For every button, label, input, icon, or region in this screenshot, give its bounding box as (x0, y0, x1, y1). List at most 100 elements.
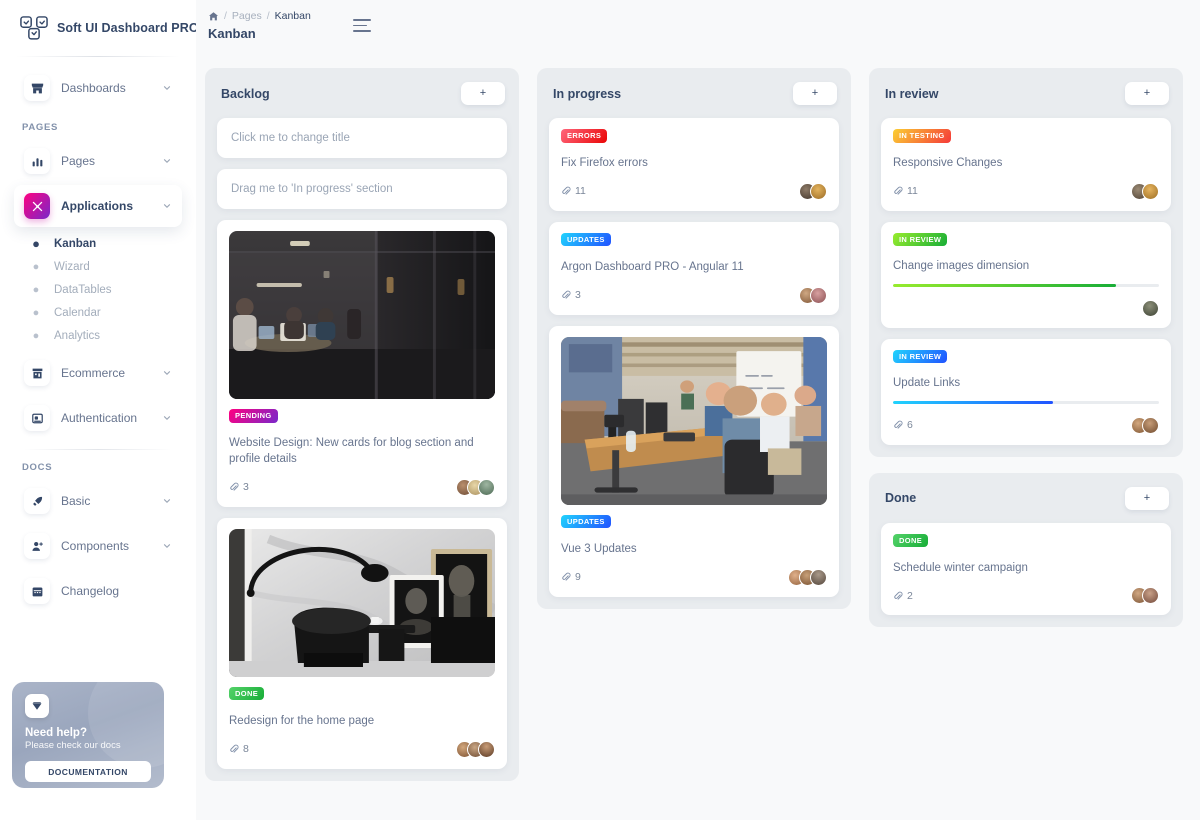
sidebar-item-applications[interactable]: Applications (14, 185, 182, 227)
avatar-group[interactable] (1131, 182, 1159, 200)
sidebar-item-authentication[interactable]: Authentication (14, 397, 182, 439)
avatar-group[interactable] (1131, 416, 1159, 434)
avatar-group[interactable] (456, 478, 495, 496)
avatar-group[interactable] (788, 568, 827, 586)
column-title: In progress (553, 86, 622, 101)
progress-bar-fill (893, 283, 1117, 287)
avatar-group[interactable] (1131, 587, 1159, 605)
sidebar-item-analytics[interactable]: ● Analytics (14, 325, 182, 347)
avatar (810, 568, 827, 586)
chevron-down-icon (162, 201, 172, 211)
help-card-subtitle: Please check our docs (25, 740, 121, 751)
task-title: Click me to change title (231, 132, 350, 144)
attachment-count: 11 (561, 185, 586, 197)
task-card[interactable]: Drag me to 'In progress' section (217, 169, 507, 209)
sidebar-item-calendar[interactable]: ● Calendar (14, 302, 182, 324)
task-card[interactable]: Done Redesign for the home page 8 (217, 517, 507, 769)
add-task-button[interactable]: + (1125, 82, 1169, 105)
sidebar-item-kanban[interactable]: ● Kanban (14, 232, 182, 255)
attachment-count: 9 (561, 571, 581, 583)
kanban-column-backlog: Backlog + Click me to change title Drag … (205, 68, 519, 781)
sidebar-section-pages: PAGES (22, 122, 59, 133)
kanban-board: Backlog + Click me to change title Drag … (196, 52, 1200, 781)
home-icon[interactable] (208, 11, 219, 22)
attachment-count: 2 (893, 590, 913, 602)
store-icon (24, 360, 50, 386)
task-card[interactable]: Done Schedule winter campaign 2 (881, 522, 1171, 616)
add-task-button[interactable]: + (1125, 486, 1169, 510)
task-title: Website Design: New cards for blog secti… (229, 437, 474, 465)
avatar-group[interactable] (1142, 299, 1159, 317)
paperclip-icon (229, 744, 239, 754)
sidebar-item-label: Components (61, 539, 130, 553)
paperclip-icon (561, 186, 571, 196)
chevron-down-icon (162, 156, 172, 166)
sidebar-item-wizard[interactable]: ● Wizard (14, 256, 182, 278)
task-card[interactable]: In review Change images dimension (881, 221, 1171, 328)
attachment-count-value: 6 (907, 419, 913, 432)
sidebar: Soft UI Dashboard PRO Dashboards PAGES P… (0, 0, 196, 820)
kanban-column-in-review: In review + In testing Responsive Change… (869, 68, 1183, 628)
sidebar-item-basic[interactable]: Basic (14, 480, 182, 522)
sidebar-item-label: Dashboards (61, 81, 126, 95)
column-pane: In progress + Errors Fix Firefox errors … (537, 68, 851, 609)
add-task-button[interactable]: + (793, 82, 837, 105)
column-title: Backlog (221, 86, 270, 101)
status-badge: In review (893, 349, 948, 364)
task-footer: 11 (893, 182, 1159, 200)
brand-name: Soft UI Dashboard PRO (57, 21, 196, 35)
breadcrumb-wrap: / Pages / Kanban Kanban (208, 10, 311, 41)
task-card[interactable]: Click me to change title (217, 118, 507, 158)
chart-bar-icon (24, 148, 50, 174)
breadcrumb-parent[interactable]: Pages (232, 10, 262, 22)
bullet-icon: ● (32, 283, 40, 296)
documentation-button[interactable]: DOCUMENTATION (25, 761, 151, 783)
avatar (1142, 416, 1159, 434)
task-card[interactable]: In testing Responsive Changes 11 (881, 118, 1171, 211)
task-card[interactable]: In review Update Links 6 (881, 338, 1171, 445)
attachment-count: 11 (893, 185, 918, 197)
sidebar-item-changelog[interactable]: Changelog (14, 570, 182, 612)
brand[interactable]: Soft UI Dashboard PRO (0, 0, 196, 54)
attachment-count: 6 (893, 419, 913, 431)
task-card[interactable]: Errors Fix Firefox errors 11 (549, 118, 839, 211)
tools-icon (24, 193, 50, 219)
office-meeting-photo (561, 336, 827, 505)
task-title: Schedule winter campaign (893, 561, 1028, 574)
paperclip-icon (893, 591, 903, 601)
paperclip-icon (229, 482, 239, 492)
topbar: / Pages / Kanban Kanban (196, 0, 1200, 52)
sidebar-item-components[interactable]: Components (14, 525, 182, 567)
bullet-icon: ● (32, 306, 40, 319)
page-title: Kanban (208, 26, 256, 41)
user-plus-icon (24, 533, 50, 559)
task-card[interactable]: Pending Website Design: New cards for bl… (217, 220, 507, 507)
avatar-group[interactable] (456, 740, 495, 758)
progress-bar (893, 283, 1159, 287)
sidebar-subitem-label: Wizard (54, 261, 90, 273)
task-footer: 2 (893, 587, 1159, 605)
avatar-group[interactable] (799, 286, 827, 304)
sidebar-subitem-label: Calendar (54, 307, 101, 319)
avatar-group[interactable] (799, 182, 827, 200)
task-card[interactable]: Updates Vue 3 Updates 9 (549, 325, 839, 597)
attachment-count: 3 (561, 289, 581, 301)
status-badge: In review (893, 232, 948, 247)
paperclip-icon (561, 572, 571, 582)
sidebar-item-dashboards[interactable]: Dashboards (14, 67, 182, 109)
help-card-title: Need help? (25, 727, 87, 739)
add-task-button[interactable]: + (461, 82, 505, 105)
sidebar-item-datatables[interactable]: ● DataTables (14, 279, 182, 301)
shop-icon (24, 75, 50, 101)
attachment-count-value: 8 (243, 743, 249, 756)
bullet-icon: ● (32, 329, 40, 342)
bullet-icon: ● (32, 260, 40, 273)
hamburger-icon[interactable] (352, 19, 371, 32)
chevron-down-icon (162, 83, 172, 93)
column-header: Backlog + (217, 80, 507, 105)
status-badge: Done (229, 686, 265, 701)
task-card[interactable]: Updates Argon Dashboard PRO - Angular 11… (549, 221, 839, 315)
column-header: Done + (881, 485, 1171, 510)
sidebar-item-ecommerce[interactable]: Ecommerce (14, 352, 182, 394)
sidebar-item-pages[interactable]: Pages (14, 140, 182, 182)
